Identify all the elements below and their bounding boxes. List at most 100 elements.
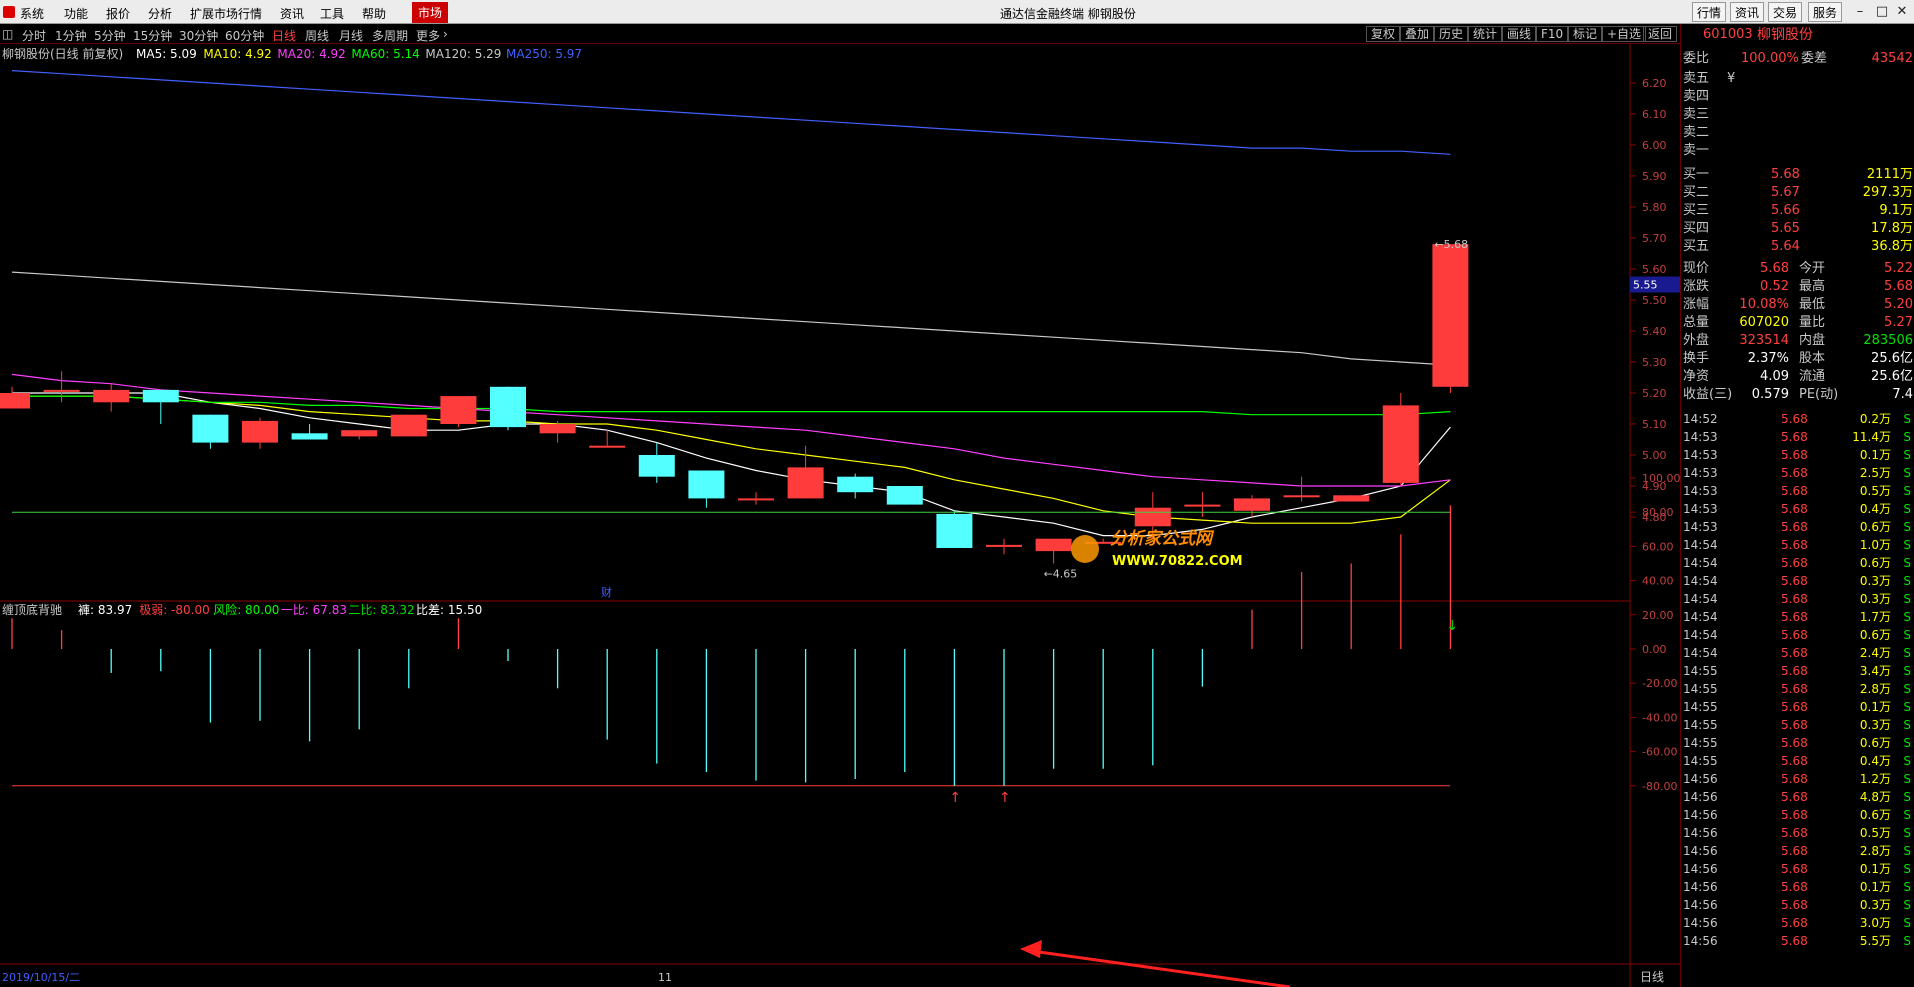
- minimize-icon[interactable]: –: [1848, 2, 1872, 22]
- menu-item[interactable]: 帮助: [362, 5, 386, 22]
- stat-row: 外盘 323514 内盘 283506: [1683, 332, 1913, 350]
- tick-time: 14:54: [1683, 592, 1718, 606]
- buy-volume: 9.1万: [1879, 203, 1913, 218]
- sidebar-toggle-icon[interactable]: ◫: [2, 27, 13, 41]
- tick-row: 14:53 5.68 0.1万 S: [1683, 446, 1913, 464]
- candle-body: [986, 544, 1022, 547]
- tick-volume: 2.4万: [1859, 646, 1891, 660]
- tick-time: 14:54: [1683, 610, 1718, 624]
- ma-legend-item: MA10: 4.92: [203, 47, 271, 61]
- buy-label: 买四: [1683, 221, 1710, 236]
- app-logo-icon[interactable]: [3, 6, 15, 18]
- quote-button[interactable]: 行情: [1692, 2, 1727, 22]
- period-tab[interactable]: 多周期: [372, 27, 408, 44]
- sub-legend-title: 缠顶底背驰: [2, 602, 62, 617]
- tick-price: 5.68: [1781, 610, 1808, 624]
- menu-item[interactable]: 扩展市场行情: [190, 5, 262, 22]
- period-tab-day[interactable]: 日线: [272, 27, 296, 44]
- tick-price: 5.68: [1781, 430, 1808, 444]
- tick-row: 14:56 5.68 5.5万 S: [1683, 932, 1913, 950]
- sell-level: 卖一: [1683, 142, 1913, 160]
- period-tab[interactable]: 周线: [305, 27, 329, 44]
- tick-row: 14:55 5.68 0.6万 S: [1683, 734, 1913, 752]
- toolbar-button[interactable]: 复权: [1366, 26, 1401, 42]
- toolbar-button[interactable]: 叠加: [1400, 26, 1435, 42]
- toolbar-button[interactable]: 标记: [1568, 26, 1603, 42]
- tick-price: 5.68: [1781, 934, 1808, 948]
- tick-volume: 1.2万: [1859, 772, 1891, 786]
- candle-body: [1283, 495, 1320, 498]
- chevron-right-icon[interactable]: ›: [443, 27, 448, 41]
- tick-side: S: [1903, 898, 1911, 912]
- ma-legend-item: MA250: 5.97: [506, 47, 582, 61]
- tick-volume: 0.6万: [1859, 556, 1891, 570]
- toolbar-button[interactable]: 画线: [1502, 26, 1537, 42]
- period-tab[interactable]: 分时: [22, 27, 46, 44]
- news-button[interactable]: 资讯: [1730, 2, 1765, 22]
- buy-arrow-icon: ↑: [999, 790, 1011, 806]
- toolbar-button[interactable]: +自选: [1602, 26, 1647, 42]
- buy-price: 5.65: [1771, 221, 1800, 236]
- period-tab-more[interactable]: 更多: [416, 27, 440, 44]
- stat-value: 4.09: [1760, 369, 1789, 384]
- menu-bar: 系统 功能 报价 分析 扩展市场行情 资讯 工具 帮助 市场 通达信金融终端 柳…: [0, 0, 1914, 24]
- tick-row: 14:56 5.68 2.8万 S: [1683, 842, 1913, 860]
- close-icon[interactable]: ✕: [1890, 2, 1914, 22]
- tick-row: 14:56 5.68 0.1万 S: [1683, 860, 1913, 878]
- tick-volume: 0.6万: [1859, 628, 1891, 642]
- candle-body: [291, 433, 328, 440]
- period-tab[interactable]: 1分钟: [55, 27, 87, 44]
- tick-time: 14:53: [1683, 520, 1718, 534]
- service-button[interactable]: 服务: [1808, 2, 1843, 22]
- candle-body: [738, 498, 774, 501]
- toolbar-button[interactable]: 统计: [1468, 26, 1503, 42]
- tick-row: 14:53 5.68 11.4万 S: [1683, 428, 1913, 446]
- stat-row: 涨跌 0.52 最高 5.68: [1683, 278, 1913, 296]
- main-legend-title: 柳钢股份(日线 前复权): [2, 46, 123, 61]
- tick-price: 5.68: [1781, 412, 1808, 426]
- candle-body: [341, 430, 378, 437]
- toolbar-button[interactable]: 历史: [1434, 26, 1469, 42]
- tick-price: 5.68: [1781, 754, 1808, 768]
- tick-time: 14:56: [1683, 790, 1718, 804]
- tick-price: 5.68: [1781, 520, 1808, 534]
- menu-item[interactable]: 资讯: [280, 5, 304, 22]
- period-tab[interactable]: 5分钟: [94, 27, 126, 44]
- price-tick-label: 6.10: [1642, 108, 1667, 121]
- period-tab[interactable]: 60分钟: [225, 27, 264, 44]
- stat-value: 25.6亿: [1871, 369, 1913, 384]
- tick-time: 14:56: [1683, 934, 1718, 948]
- stat-value: 5.68: [1760, 261, 1789, 276]
- stat-label: 外盘: [1683, 333, 1710, 348]
- price-axis: 6.20 6.10 6.00 5.90 5.80 5.70 5.60 5.50 5.40 5.30…: [1630, 77, 1680, 524]
- period-tab[interactable]: 月线: [339, 27, 363, 44]
- period-tab[interactable]: 30分钟: [179, 27, 218, 44]
- stock-code: 601003: [1703, 27, 1753, 42]
- candle-body: [787, 467, 824, 499]
- kline-chart[interactable]: 柳钢股份(日线 前复权) MA5: 5.09 MA10: 4.92 MA20: 4.9…: [0, 44, 1680, 987]
- period-tab[interactable]: 15分钟: [133, 27, 172, 44]
- tick-time: 14:54: [1683, 628, 1718, 642]
- menu-item[interactable]: 报价: [106, 5, 130, 22]
- menu-item[interactable]: 系统: [20, 5, 44, 22]
- trade-button[interactable]: 交易: [1768, 2, 1803, 22]
- tick-time: 14:54: [1683, 556, 1718, 570]
- toolbar-button[interactable]: 返回: [1643, 26, 1678, 42]
- tick-row: 14:56 5.68 0.5万 S: [1683, 824, 1913, 842]
- toolbar-button[interactable]: F10: [1536, 26, 1569, 42]
- tick-time: 14:53: [1683, 430, 1718, 444]
- tick-side: S: [1903, 808, 1911, 822]
- buy-label: 买二: [1683, 185, 1710, 200]
- ma-legend-item: MA120: 5.29: [425, 47, 501, 61]
- menu-item[interactable]: 分析: [148, 5, 172, 22]
- menu-item[interactable]: 工具: [320, 5, 344, 22]
- sub-legend-item: 二比: 83.32: [348, 603, 414, 617]
- candle-body: [0, 393, 30, 409]
- menu-item-market[interactable]: 市场: [412, 2, 449, 23]
- tick-time: 14:53: [1683, 466, 1718, 480]
- tick-volume: 1.7万: [1859, 610, 1891, 624]
- tick-side: S: [1903, 862, 1911, 876]
- sub-tick-label: -60.00: [1642, 746, 1677, 759]
- menu-item[interactable]: 功能: [64, 5, 88, 22]
- stat-label: 流通: [1799, 369, 1826, 384]
